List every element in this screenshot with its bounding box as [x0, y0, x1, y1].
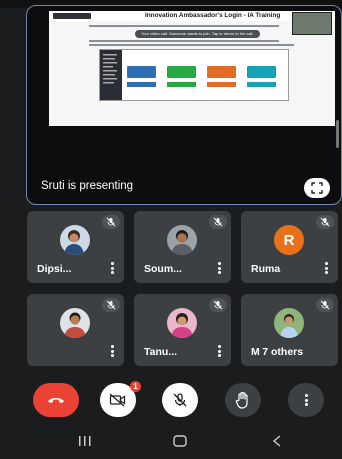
- participant-name: Ruma: [251, 263, 281, 275]
- more-vert-icon[interactable]: [218, 345, 221, 357]
- slide-tile-orange: [207, 66, 236, 78]
- slide-logo: [53, 13, 91, 19]
- participant-tile[interactable]: R Ruma: [241, 211, 338, 283]
- avatar: [167, 308, 197, 338]
- mic-off-indicator: [102, 215, 120, 229]
- call-controls: 1: [0, 375, 342, 425]
- more-vert-icon: [304, 394, 308, 406]
- system-nav-bar: [0, 428, 342, 459]
- slide-bar: [127, 82, 156, 87]
- recents-icon: [79, 436, 91, 446]
- mic-off-icon: [213, 217, 223, 227]
- avatar: [60, 225, 90, 255]
- slide-tile-blue: [127, 66, 156, 78]
- slide-screenshot-sidebar: [100, 50, 122, 100]
- expand-icon: [311, 182, 323, 194]
- raise-hand-button[interactable]: [225, 383, 261, 417]
- slide-text-line: [89, 44, 294, 46]
- camera-off-icon: [109, 393, 126, 407]
- slide-screenshot: [99, 49, 289, 101]
- slide-text-line: [89, 40, 279, 42]
- slide-bar: [207, 82, 236, 87]
- home-icon: [173, 435, 187, 447]
- hand-raise-icon: [235, 391, 248, 409]
- recents-button[interactable]: [77, 434, 93, 448]
- mic-off-indicator: [209, 215, 227, 229]
- sidebar-lines-graphic: [103, 54, 117, 84]
- back-button[interactable]: [271, 434, 283, 448]
- participant-tile[interactable]: Soum...: [134, 211, 231, 283]
- more-vert-icon[interactable]: [325, 262, 328, 274]
- mic-off-indicator: [102, 298, 120, 312]
- mic-off-icon: [320, 300, 330, 310]
- back-icon: [272, 435, 281, 447]
- others-count: 7 others: [262, 346, 304, 358]
- slide-bar: [247, 82, 276, 87]
- more-vert-icon[interactable]: [111, 262, 114, 274]
- end-call-button[interactable]: [33, 383, 79, 417]
- end-call-icon: [48, 398, 64, 403]
- participant-photo: [60, 308, 90, 338]
- mic-off-icon: [106, 300, 116, 310]
- avatar: [60, 308, 90, 338]
- participant-photo: [60, 225, 90, 255]
- participant-initial: M: [251, 346, 260, 358]
- camera-badge: 1: [130, 381, 141, 392]
- mic-off-icon: [213, 300, 223, 310]
- avatar: R: [274, 225, 304, 255]
- return-to-call-tip: Your video call. Someone wants to join. …: [135, 30, 260, 38]
- participant-name: Dipsi...: [37, 263, 72, 275]
- slide-tile-green: [167, 66, 196, 78]
- participant-photo: [274, 308, 304, 338]
- participant-photo: [167, 225, 197, 255]
- slide-title: Innovation Ambassador's Login - IA Train…: [145, 12, 281, 19]
- presenter-label: Sruti is presenting: [41, 180, 134, 192]
- participant-name: Soum...: [144, 263, 182, 275]
- slide-text-line: [89, 25, 279, 27]
- mic-off-indicator: [316, 298, 334, 312]
- avatar: [274, 308, 304, 338]
- participant-name: M 7 others: [251, 346, 303, 358]
- expand-button[interactable]: [304, 178, 330, 198]
- shared-screen: Innovation Ambassador's Login - IA Train…: [49, 11, 335, 126]
- avatar: [167, 225, 197, 255]
- mic-off-icon: [173, 393, 187, 407]
- presenter-thumbnail: [292, 12, 332, 35]
- mic-off-icon: [106, 217, 116, 227]
- mic-toggle-button[interactable]: [162, 383, 198, 417]
- more-options-button[interactable]: [288, 383, 324, 417]
- participant-photo: [167, 308, 197, 338]
- presentation-card[interactable]: Innovation Ambassador's Login - IA Train…: [26, 5, 342, 205]
- participant-tile[interactable]: Tanu...: [134, 294, 231, 366]
- slide-tile-teal: [247, 66, 276, 78]
- avatar-letter: R: [283, 231, 295, 249]
- more-vert-icon[interactable]: [111, 345, 114, 357]
- slide-bar: [167, 82, 196, 87]
- participant-tile[interactable]: Dipsi...: [27, 211, 124, 283]
- more-vert-icon[interactable]: [218, 262, 221, 274]
- participant-tile[interactable]: [27, 294, 124, 366]
- mic-off-indicator: [316, 215, 334, 229]
- mic-off-icon: [320, 217, 330, 227]
- mic-off-indicator: [209, 298, 227, 312]
- side-panel-handle[interactable]: [336, 120, 339, 148]
- home-button[interactable]: [172, 434, 188, 448]
- participant-name: Tanu...: [144, 346, 178, 358]
- others-tile[interactable]: M 7 others: [241, 294, 338, 366]
